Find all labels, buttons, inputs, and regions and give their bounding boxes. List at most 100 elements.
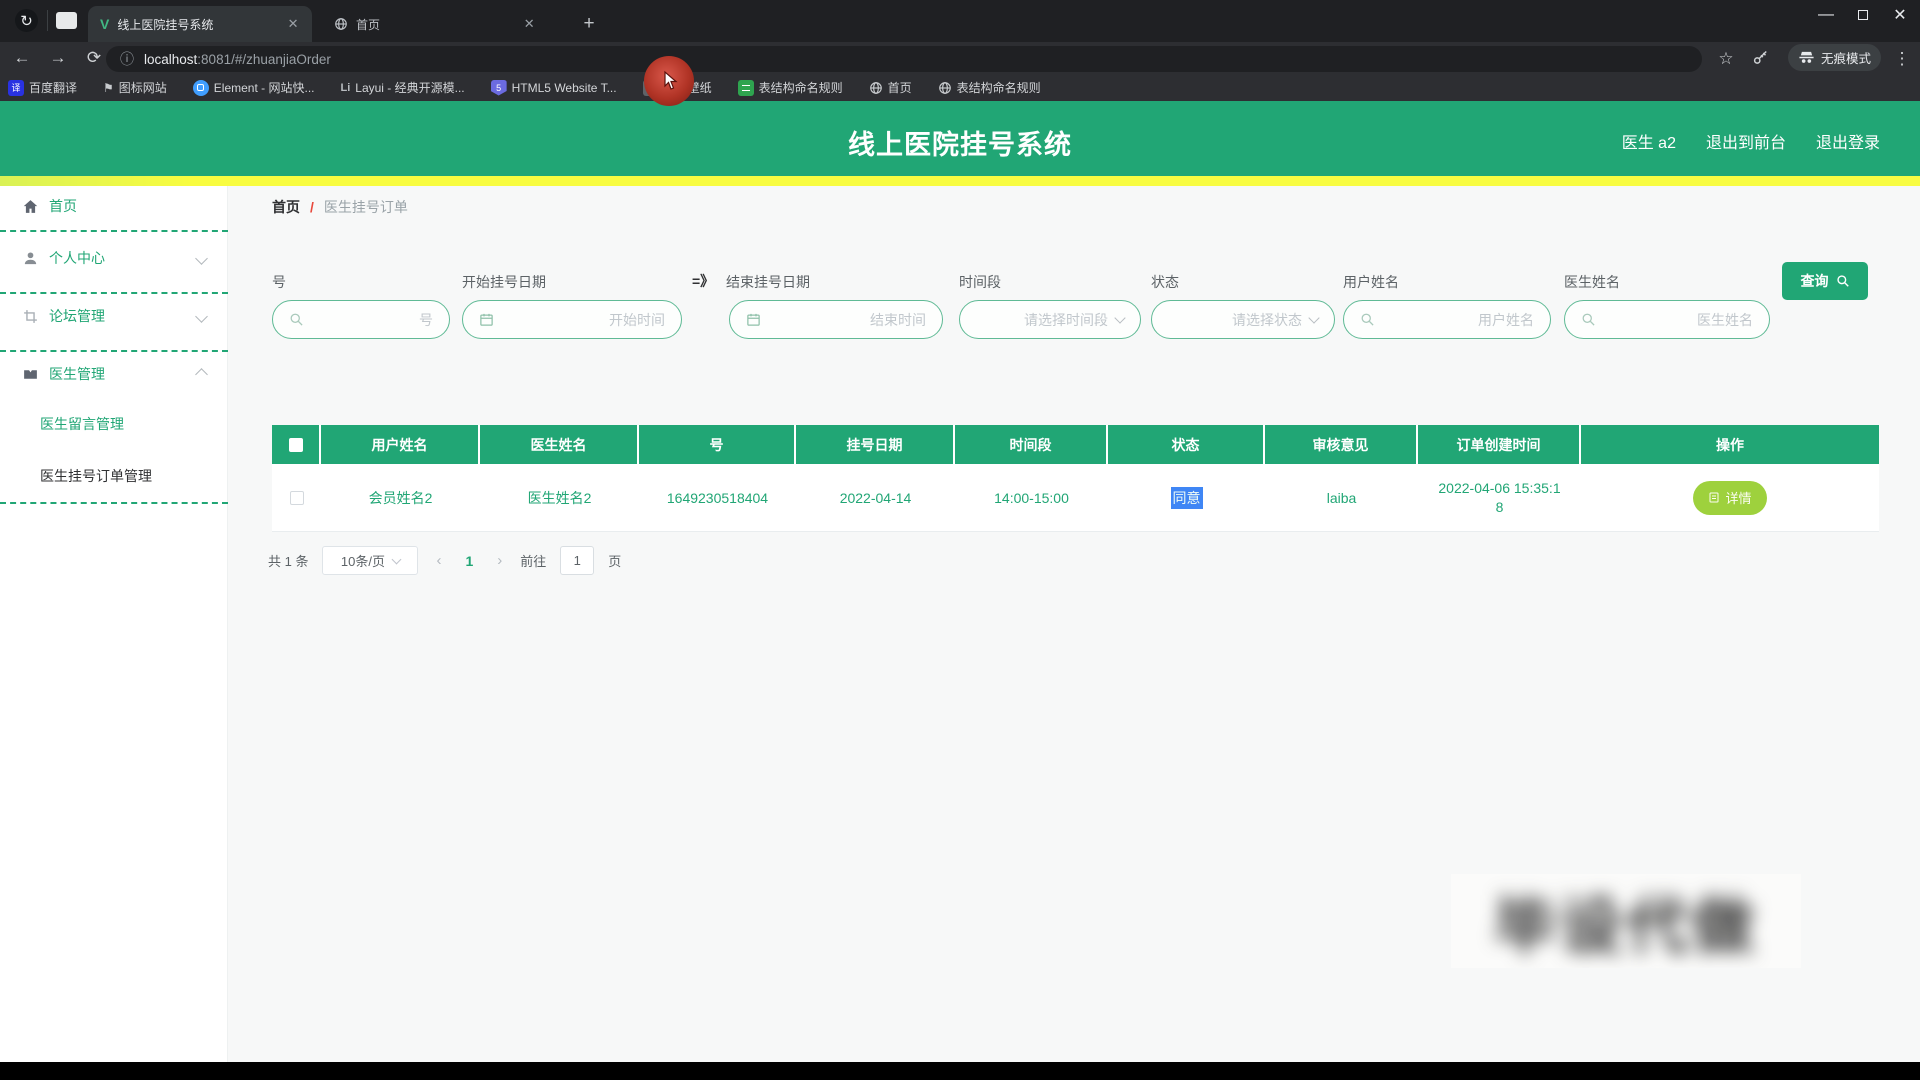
url-host: localhost <box>144 51 198 67</box>
start-date-input[interactable]: 开始时间 <box>462 300 682 339</box>
sidebar-subitem-doctor-order[interactable]: 医生挂号订单管理 <box>0 456 228 496</box>
back-button[interactable]: ← <box>8 44 36 72</box>
placeholder-text: 开始时间 <box>609 311 665 328</box>
sidebar-divider <box>0 350 228 352</box>
row-checkbox-cell[interactable] <box>272 464 321 531</box>
address-bar[interactable]: ⓘ localhost:8081/#/zhuanjiaOrder <box>106 46 1702 72</box>
prev-page-icon[interactable]: ‹ <box>432 552 445 569</box>
chevron-up-icon <box>195 367 208 381</box>
mouse-cursor-highlight <box>644 56 694 106</box>
logout-link[interactable]: 退出登录 <box>1816 129 1880 153</box>
goto-page-input[interactable]: 1 <box>560 546 595 575</box>
detail-button[interactable]: 详情 <box>1693 480 1767 515</box>
current-user-label[interactable]: 医生 a2 <box>1622 129 1676 153</box>
window-minimize-button[interactable]: — <box>1806 0 1846 30</box>
row-checkbox[interactable] <box>289 490 304 505</box>
breadcrumb-home[interactable]: 首页 <box>272 197 300 217</box>
search-button-label: 查询 <box>1800 273 1829 289</box>
placeholder-text: 用户姓名 <box>1478 311 1534 328</box>
bookmark-item[interactable]: Element - 网站快... <box>192 79 315 96</box>
filter-label-doctor-name: 医生姓名 <box>1564 274 1620 290</box>
breadcrumb-separator: / <box>310 199 314 215</box>
tab-close-icon[interactable]: ✕ <box>520 15 538 33</box>
sidebar-item-label: 医生管理 <box>49 366 105 382</box>
tab-title: 首页 <box>356 17 381 32</box>
chevron-down-icon <box>391 554 402 564</box>
sidebar-item-forum-management[interactable]: 论坛管理 <box>0 296 228 336</box>
select-all-checkbox[interactable] <box>288 437 303 452</box>
bookmark-star-icon[interactable]: ☆ <box>1712 45 1740 73</box>
key-icon[interactable] <box>1752 50 1770 68</box>
cell-reg-date: 2022-04-14 <box>839 489 912 506</box>
status-selected-text: 同意 <box>1170 486 1203 509</box>
cell-user-name: 会员姓名2 <box>368 489 433 506</box>
current-page-number[interactable]: 1 <box>459 553 479 569</box>
browser-menu-icon[interactable]: ⋮ <box>1888 45 1916 73</box>
bookmark-label: 图标网站 <box>118 81 167 95</box>
sidebar-subitem-label: 医生留言管理 <box>40 416 124 432</box>
site-info-icon[interactable]: ⓘ <box>120 49 134 69</box>
bookmark-item[interactable]: 表结构命名规则 <box>737 79 843 96</box>
cell-status: 同意 <box>1108 464 1265 531</box>
filter-label-time-slot: 时间段 <box>959 274 1001 290</box>
forum-icon <box>22 308 39 325</box>
screen: ↻ V 线上医院挂号系统 ✕ 首页 ✕ + — ✕ ← → ⟳ ⓘ localh… <box>0 0 1920 1080</box>
user-name-input[interactable]: 用户姓名 <box>1343 300 1551 339</box>
page-size-select[interactable]: 10条/页 <box>322 546 419 575</box>
cell-time-slot: 14:00-15:00 <box>994 489 1069 506</box>
status-select[interactable]: 请选择状态 <box>1151 300 1335 339</box>
bookmark-item[interactable]: Li Layui - 经典开源模... <box>341 79 465 96</box>
browser-tab-inactive[interactable]: 首页 ✕ <box>322 6 548 42</box>
bookmark-label: 表结构命名规则 <box>758 81 843 95</box>
filter-label-end-date: 结束挂号日期 <box>726 274 810 290</box>
calendar-icon <box>479 312 494 327</box>
table-doc-icon <box>737 79 754 96</box>
time-slot-select[interactable]: 请选择时间段 <box>959 300 1141 339</box>
baidu-translate-icon: 译 <box>8 79 24 96</box>
filter-label-user-name: 用户姓名 <box>1343 274 1399 290</box>
search-button[interactable]: 查询 <box>1782 262 1868 300</box>
date-range-separator: =》 <box>692 273 715 289</box>
forward-button[interactable]: → <box>44 44 72 72</box>
select-all-cell[interactable] <box>272 425 321 464</box>
reload-button[interactable]: ⟳ <box>80 44 108 72</box>
bookmark-item[interactable]: 表结构命名规则 <box>938 79 1041 96</box>
bookmark-item[interactable]: 译 百度翻译 <box>8 79 77 96</box>
app-header: 线上医院挂号系统 医生 a2 退出到前台 退出登录 <box>0 101 1920 176</box>
bookmarks-bar: 译 百度翻译 ⚑ 图标网站 Element - 网站快... Li Layui … <box>0 74 1920 101</box>
doctor-icon <box>22 366 39 383</box>
browser-tab-active[interactable]: V 线上医院挂号系统 ✕ <box>88 6 312 42</box>
window-close-button[interactable]: ✕ <box>1880 0 1920 30</box>
tab-close-icon[interactable]: ✕ <box>284 15 302 33</box>
search-icon <box>1581 312 1596 327</box>
window-maximize-button[interactable] <box>1843 0 1883 30</box>
sidebar-subitem-doctor-message[interactable]: 医生留言管理 <box>0 404 228 444</box>
sidebar-item-home[interactable]: 首页 <box>0 186 228 226</box>
page-size-value: 10条/页 <box>340 554 385 569</box>
orders-table: 用户姓名 医生姓名 号 挂号日期 时间段 状态 审核意见 订单创建时间 操作 会… <box>272 425 1879 532</box>
cell-created-time: 2022-04-06 15:35:18 <box>1438 479 1561 515</box>
column-header: 状态 <box>1108 425 1265 464</box>
number-input[interactable]: 号 <box>272 300 450 339</box>
bookmark-item[interactable]: 5 HTML5 Website T... <box>490 79 617 96</box>
bookmark-label: Element - 网站快... <box>213 81 315 95</box>
column-header: 时间段 <box>955 425 1108 464</box>
column-header: 用户姓名 <box>321 425 480 464</box>
column-header: 挂号日期 <box>796 425 955 464</box>
end-date-input[interactable]: 结束时间 <box>729 300 943 339</box>
flag-icon: ⚑ <box>103 80 114 95</box>
bookmark-item[interactable]: ⚑ 图标网站 <box>103 79 167 96</box>
next-page-icon[interactable]: › <box>493 552 506 569</box>
placeholder-text: 结束时间 <box>870 311 926 328</box>
doctor-name-input[interactable]: 医生姓名 <box>1564 300 1770 339</box>
sidebar-item-doctor-management[interactable]: 医生管理 <box>0 354 228 394</box>
new-tab-button[interactable]: + <box>575 10 603 38</box>
exit-to-front-link[interactable]: 退出到前台 <box>1706 129 1786 153</box>
filter-label-status: 状态 <box>1151 274 1179 290</box>
sidebar-divider <box>0 502 228 504</box>
cell-number: 1649230518404 <box>666 489 769 506</box>
column-header: 审核意见 <box>1265 425 1418 464</box>
bookmark-item[interactable]: 首页 <box>869 79 912 96</box>
sidebar-item-personal-center[interactable]: 个人中心 <box>0 238 228 278</box>
incognito-badge: 无痕模式 <box>1788 44 1882 71</box>
